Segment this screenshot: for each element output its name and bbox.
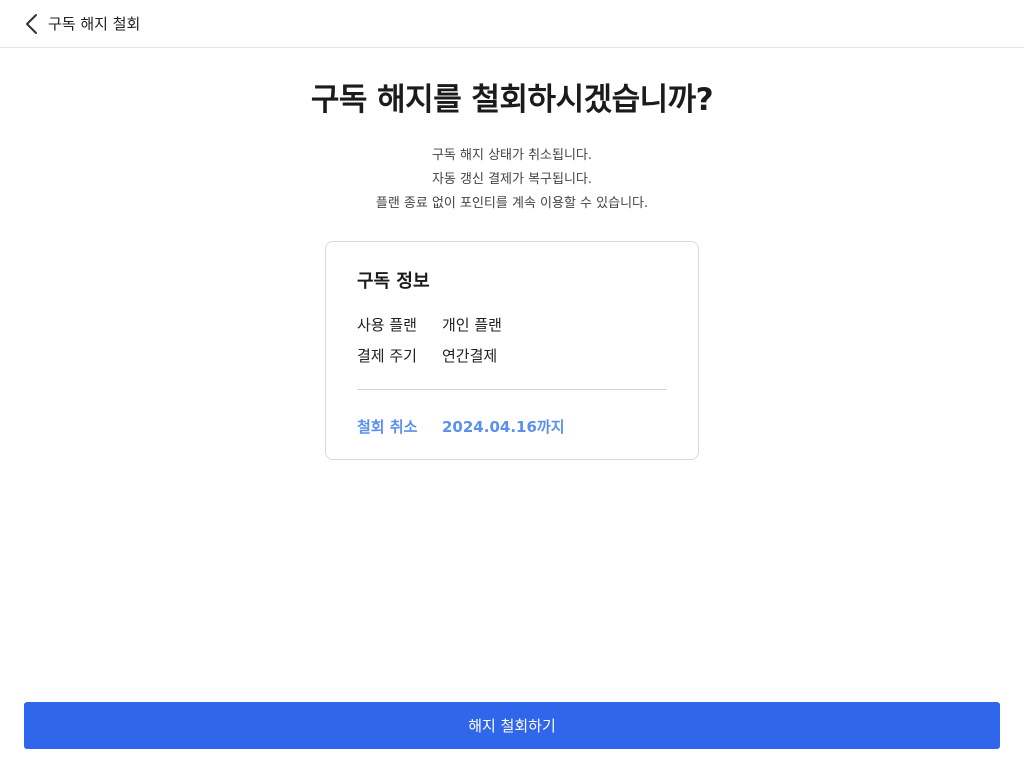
page-title: 구독 해지를 철회하시겠습니까?	[310, 82, 714, 118]
card-title: 구독 정보	[357, 271, 430, 292]
plan-label: 사용 플랜	[357, 316, 417, 334]
withdrawal-deadline-value: 2024.04.16까지	[442, 418, 565, 436]
plan-row: 사용 플랜 개인 플랜	[357, 314, 502, 335]
chevron-left-icon	[26, 13, 37, 34]
billing-cycle-label: 결제 주기	[357, 347, 417, 365]
top-bar: 구독 해지 철회	[0, 0, 1024, 48]
billing-cycle-value: 연간결제	[442, 347, 498, 365]
app-root: 구독 해지 철회 구독 해지를 철회하시겠습니까? 구독 해지 상태가 취소됩니…	[0, 0, 1024, 768]
description-line: 플랜 종료 없이 포인티를 계속 이용할 수 있습니다.	[375, 196, 649, 211]
subscription-info-card: 구독 정보 사용 플랜 개인 플랜 결제 주기 연간결제 철회 취소 2024.…	[325, 241, 699, 460]
withdrawal-deadline-label: 철회 취소	[357, 418, 418, 436]
page-header-title: 구독 해지 철회	[48, 15, 141, 33]
back-button[interactable]	[14, 6, 50, 42]
plan-value: 개인 플랜	[442, 316, 502, 334]
description-line: 자동 갱신 결제가 복구됩니다.	[431, 172, 593, 187]
withdraw-cancellation-button[interactable]: 해지 철회하기	[24, 702, 1000, 749]
description-text: 구독 해지 상태가 취소됩니다. 자동 갱신 결제가 복구됩니다. 플랜 종료 …	[0, 144, 1024, 216]
billing-cycle-row: 결제 주기 연간결제	[357, 345, 497, 366]
withdrawal-deadline-row: 철회 취소 2024.04.16까지	[357, 416, 565, 437]
description-line: 구독 해지 상태가 취소됩니다.	[431, 148, 593, 163]
card-divider	[357, 389, 667, 390]
